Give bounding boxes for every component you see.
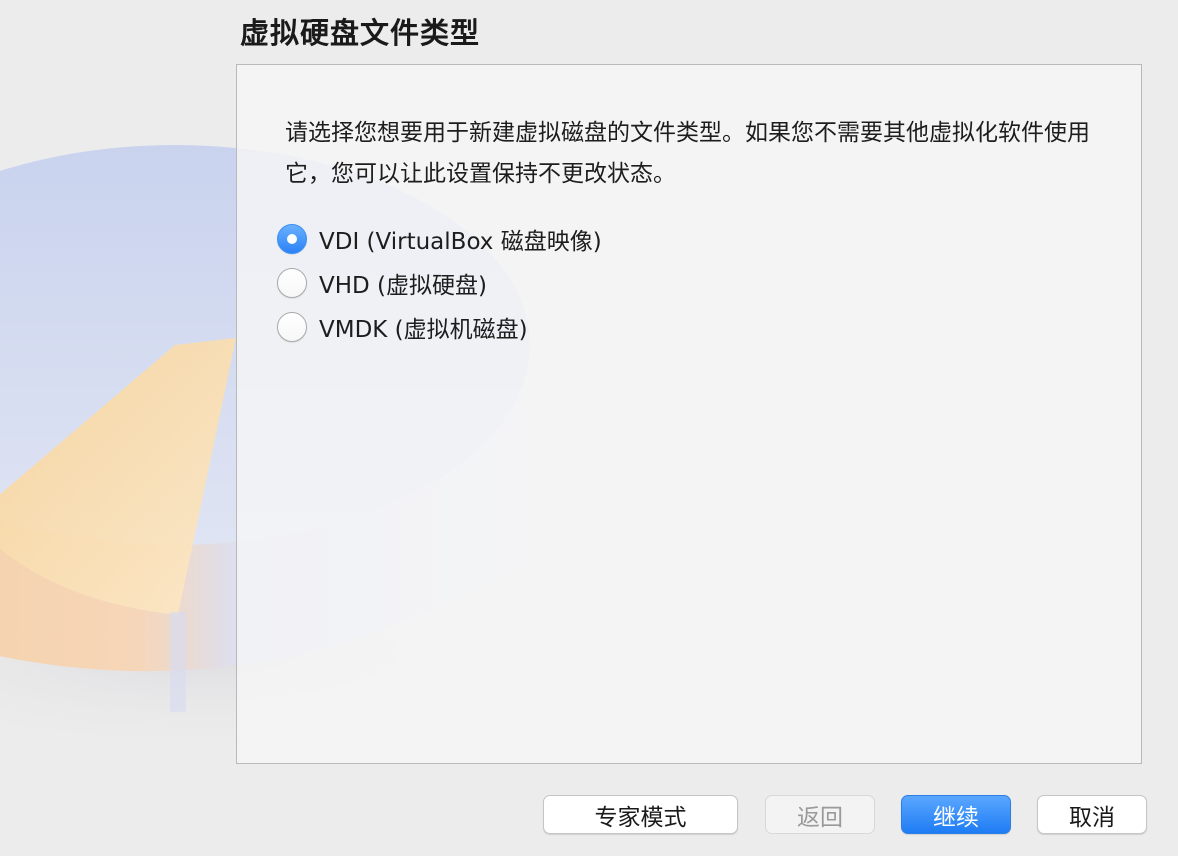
radio-checked-icon[interactable] — [277, 224, 307, 254]
description-text: 请选择您想要用于新建虚拟磁盘的文件类型。如果您不需要其他虚拟化软件使用它，您可以… — [285, 120, 1090, 187]
radio-label-vmdk: VMDK (虚拟机磁盘) — [319, 317, 528, 343]
cancel-button[interactable]: 取消 — [1037, 795, 1147, 834]
radio-unchecked-icon[interactable] — [277, 268, 307, 298]
continue-button[interactable]: 继续 — [901, 795, 1011, 834]
radio-option-vhd[interactable]: VHD (虚拟硬盘) — [277, 261, 602, 305]
radio-label-vdi: VDI (VirtualBox 磁盘映像) — [319, 229, 602, 255]
radio-option-vdi[interactable]: VDI (VirtualBox 磁盘映像) — [277, 217, 602, 261]
back-button[interactable]: 返回 — [765, 795, 875, 834]
radio-unchecked-icon[interactable] — [277, 312, 307, 342]
radio-option-vmdk[interactable]: VMDK (虚拟机磁盘) — [277, 305, 602, 349]
content-panel: 请选择您想要用于新建虚拟磁盘的文件类型。如果您不需要其他虚拟化软件使用它，您可以… — [236, 64, 1142, 764]
radio-label-vhd: VHD (虚拟硬盘) — [319, 273, 487, 299]
expert-mode-button[interactable]: 专家模式 — [543, 795, 738, 834]
file-type-radio-group: VDI (VirtualBox 磁盘映像) VHD (虚拟硬盘) VMDK (虚… — [277, 217, 602, 349]
page-title: 虚拟硬盘文件类型 — [240, 16, 481, 50]
